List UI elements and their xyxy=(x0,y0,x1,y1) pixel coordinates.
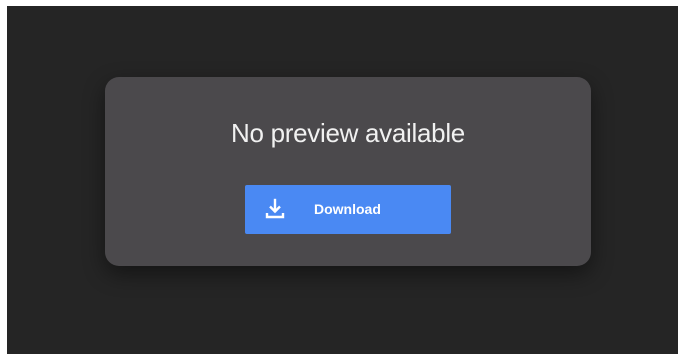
no-preview-message: No preview available xyxy=(231,118,465,148)
download-button[interactable]: Download xyxy=(245,185,451,234)
download-button-label: Download xyxy=(314,201,381,217)
no-preview-card: No preview available Download xyxy=(105,77,591,266)
preview-viewer: No preview available Download xyxy=(7,6,678,354)
download-icon xyxy=(263,197,287,221)
